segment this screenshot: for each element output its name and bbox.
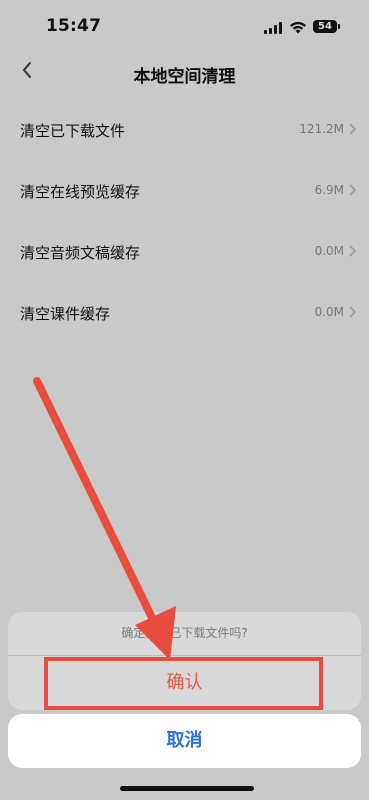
wifi-icon [290,21,306,34]
cancel-button[interactable]: 取消 [8,714,361,768]
cancel-sheet: 取消 [8,714,361,768]
annotation-highlight-box [44,657,323,710]
home-indicator [120,786,254,791]
battery-icon: 54 [313,20,340,33]
row-label: 清空在线预览缓存 [20,183,141,201]
row-size: 0.0M [314,305,344,319]
row-size: 121.2M [299,122,344,136]
row-clear-preview-cache[interactable]: 清空在线预览缓存 6.9M [0,161,369,222]
navigation-bar: 本地空间清理 [0,52,369,92]
row-clear-downloaded[interactable]: 清空已下载文件 121.2M [0,100,369,161]
status-time: 15:47 [46,16,102,36]
chevron-right-icon [349,184,357,196]
chevron-right-icon [349,245,357,257]
chevron-right-icon [349,306,357,318]
row-label: 清空音频文稿缓存 [20,244,141,262]
row-size: 6.9M [314,183,344,197]
signal-icon [264,22,282,34]
settings-list: 清空已下载文件 121.2M 清空在线预览缓存 6.9M 清空音频文稿缓存 0.… [0,100,369,344]
row-size: 0.0M [314,244,344,258]
action-sheet-message: 确定清空已下载文件吗? [121,626,248,640]
chevron-right-icon [349,123,357,135]
row-label: 清空已下载文件 [20,122,126,140]
row-clear-courseware-cache[interactable]: 清空课件缓存 0.0M [0,283,369,344]
row-clear-audio-cache[interactable]: 清空音频文稿缓存 0.0M [0,222,369,283]
row-label: 清空课件缓存 [20,305,111,323]
page-title: 本地空间清理 [133,67,236,87]
status-bar: 15:47 54 [0,0,369,52]
